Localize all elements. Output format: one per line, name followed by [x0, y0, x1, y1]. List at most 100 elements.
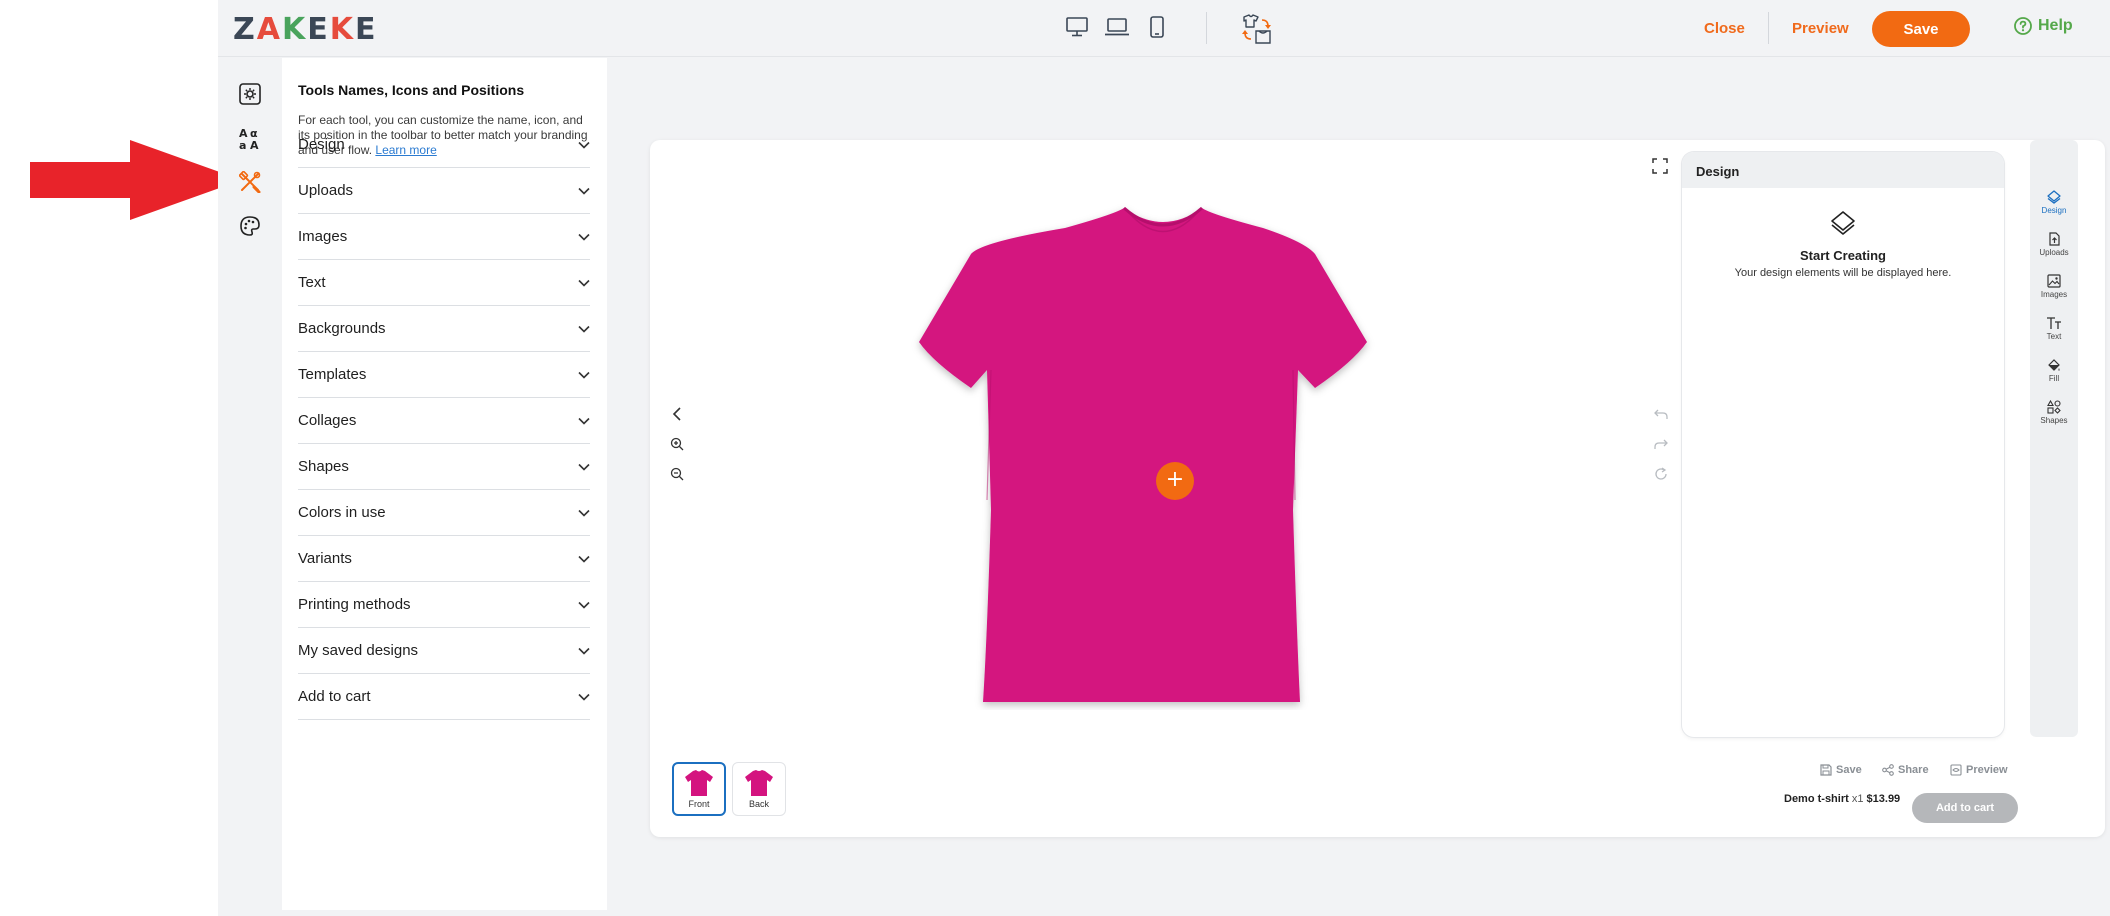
text-icon — [2047, 317, 2061, 329]
side-thumbnail-back[interactable]: Back — [732, 762, 786, 816]
preview-button[interactable]: Preview — [1792, 20, 1849, 37]
product-name: Demo t-shirt — [1784, 793, 1849, 805]
tool-label: Fill — [2048, 374, 2060, 383]
product-price: $13.99 — [1866, 793, 1901, 805]
help-button[interactable]: Help — [2014, 17, 2073, 35]
shapes-icon — [2047, 400, 2061, 414]
add-to-cart-button[interactable]: Add to cart — [1912, 793, 2018, 823]
chevron-down-icon — [578, 509, 590, 517]
tool-section-label: Variants — [298, 550, 352, 567]
svg-text:A: A — [250, 139, 259, 150]
close-button[interactable]: Close — [1704, 20, 1745, 37]
fill-icon — [2048, 359, 2060, 371]
save-button[interactable]: Save — [1872, 11, 1970, 47]
tshirt-back-thumbnail-icon — [745, 770, 773, 796]
product-quantity: x1 — [1851, 793, 1864, 805]
side-thumbnail-front[interactable]: Front — [672, 762, 726, 816]
tool-label: Design — [2041, 206, 2067, 215]
tool-section-collages[interactable]: Collages — [298, 398, 590, 444]
chevron-down-icon — [578, 601, 590, 609]
empty-state-title: Start Creating — [1800, 248, 1886, 263]
fullscreen-icon[interactable] — [1652, 158, 1670, 176]
tool-text[interactable]: Text — [2030, 316, 2078, 356]
side-label: Front — [688, 799, 710, 809]
tool-rail: Design Uploads Images Text Fill Shapes — [2030, 140, 2078, 737]
tool-images[interactable]: Images — [2030, 274, 2078, 314]
tool-fill[interactable]: Fill — [2030, 358, 2078, 398]
tool-uploads[interactable]: Uploads — [2030, 232, 2078, 272]
tool-section-variants[interactable]: Variants — [298, 536, 590, 582]
chevron-down-icon — [578, 325, 590, 333]
price-summary: Demo t-shirt x1 $13.99 — [1784, 793, 1900, 805]
palette-icon[interactable] — [236, 212, 264, 240]
tool-section-images[interactable]: Images — [298, 214, 590, 260]
tool-section-backgrounds[interactable]: Backgrounds — [298, 306, 590, 352]
undo-icon[interactable] — [1652, 405, 1670, 423]
laptop-icon[interactable] — [1104, 14, 1130, 40]
desktop-icon[interactable] — [1064, 14, 1090, 40]
tool-section-label: Uploads — [298, 182, 354, 199]
product-tshirt-image — [919, 206, 1367, 702]
tool-section-my-saved-designs[interactable]: My saved designs — [298, 628, 590, 674]
footer-share-button[interactable]: Share — [1882, 764, 1929, 776]
image-icon — [2047, 274, 2061, 288]
tool-section-printing-methods[interactable]: Printing methods — [298, 582, 590, 628]
tool-section-colors-in-use[interactable]: Colors in use — [298, 490, 590, 536]
page-root: ZAKEKE Close Preview Save Help A α a A T… — [0, 0, 2110, 916]
design-elements-panel: Design Start Creating Your design elemen… — [1682, 152, 2004, 737]
zoom-in-icon[interactable] — [668, 435, 686, 453]
tool-section-uploads[interactable]: Uploads — [298, 168, 590, 214]
tool-design[interactable]: Design — [2030, 190, 2078, 230]
redo-icon[interactable] — [1652, 435, 1670, 453]
design-panel-title: Design — [1682, 152, 2004, 188]
settings-icon[interactable] — [236, 80, 264, 108]
chevron-left-icon[interactable] — [668, 405, 686, 423]
empty-state-subtitle: Your design elements will be displayed h… — [1734, 267, 1952, 279]
tools-icon[interactable] — [236, 168, 264, 196]
tool-section-shapes[interactable]: Shapes — [298, 444, 590, 490]
save-icon — [1820, 764, 1832, 776]
tool-section-label: Text — [298, 274, 326, 291]
layers-icon — [1831, 211, 1855, 235]
footer-preview-label: Preview — [1966, 764, 2008, 776]
side-label: Back — [748, 799, 769, 809]
svg-text:a: a — [239, 139, 246, 150]
zakeke-logo: ZAKEKE — [233, 12, 378, 47]
upload-icon — [2049, 232, 2060, 246]
chevron-down-icon — [578, 187, 590, 195]
help-label: Help — [2038, 17, 2073, 34]
reset-icon[interactable] — [1652, 465, 1670, 483]
chevron-down-icon — [578, 693, 590, 701]
tool-section-templates[interactable]: Templates — [298, 352, 590, 398]
tool-section-design[interactable]: Design — [298, 122, 590, 168]
zoom-out-icon[interactable] — [668, 465, 686, 483]
footer-save-button[interactable]: Save — [1820, 764, 1862, 776]
tool-section-add-to-cart[interactable]: Add to cart — [298, 674, 590, 720]
chevron-down-icon — [578, 233, 590, 241]
tool-section-label: Templates — [298, 366, 367, 383]
tool-section-label: Collages — [298, 412, 357, 429]
design-panel-body: Start Creating Your design elements will… — [1682, 188, 2004, 737]
switch-product-icon[interactable] — [1240, 12, 1274, 46]
preview-icon — [1950, 764, 1962, 776]
tool-section-label: Backgrounds — [298, 320, 386, 337]
tool-section-label: My saved designs — [298, 642, 419, 659]
top-bar: ZAKEKE Close Preview Save Help — [218, 0, 2110, 57]
settings-rail: AαaA — [218, 58, 282, 916]
toolbar-divider — [1768, 12, 1769, 44]
tool-section-text[interactable]: Text — [298, 260, 590, 306]
mobile-icon[interactable] — [1144, 14, 1170, 40]
translate-icon[interactable]: AαaA — [236, 124, 264, 152]
chevron-down-icon — [578, 279, 590, 287]
help-icon — [2014, 17, 2032, 35]
footer-preview-button[interactable]: Preview — [1950, 764, 2008, 776]
tool-label: Images — [2040, 290, 2068, 299]
share-icon — [1882, 764, 1894, 776]
tool-shapes[interactable]: Shapes — [2030, 400, 2078, 440]
footer-share-label: Share — [1898, 764, 1929, 776]
device-switcher — [1064, 14, 1170, 40]
chevron-down-icon — [578, 647, 590, 655]
add-design-button[interactable]: + — [1156, 462, 1194, 500]
tool-section-label: Shapes — [298, 458, 349, 475]
editor-app: ZAKEKE Close Preview Save Help A α a A T… — [218, 0, 2110, 916]
